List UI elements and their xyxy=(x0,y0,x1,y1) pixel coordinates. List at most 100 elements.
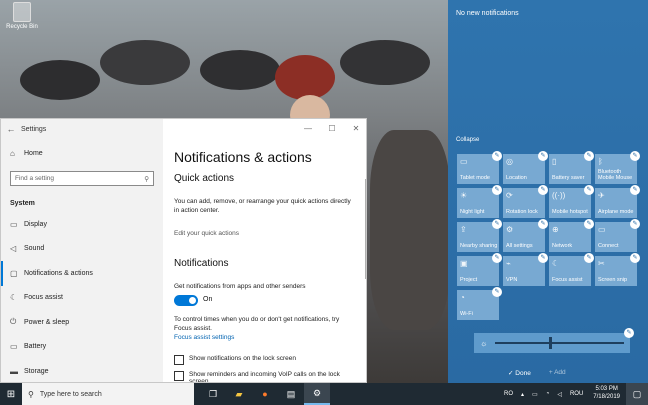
unpin-icon[interactable]: ✎ xyxy=(630,219,640,229)
battery-icon: ▭ xyxy=(10,342,18,352)
close-button[interactable]: ✕ xyxy=(344,119,366,139)
clock[interactable]: 5:03 PM 7/18/2019 xyxy=(593,386,620,402)
taskbar-search-placeholder: Type here to search xyxy=(39,390,102,398)
back-arrow-icon[interactable]: ← xyxy=(1,124,21,134)
storage-icon: ▬ xyxy=(10,366,18,376)
unpin-icon[interactable]: ✎ xyxy=(492,219,502,229)
taskbar-search-box[interactable]: ⚲ Type here to search xyxy=(22,383,194,405)
tile-vpn[interactable]: ⌁ VPN ✎ xyxy=(503,253,548,286)
rotation-lock-icon: ⟳ xyxy=(506,191,513,200)
lock-screen-notifications-checkbox[interactable] xyxy=(174,355,184,365)
volume-tray-icon[interactable]: ◁ xyxy=(557,391,562,398)
action-center: No new notifications Collapse ▭ Tablet mo… xyxy=(448,0,648,383)
unpin-icon[interactable]: ✎ xyxy=(584,253,594,263)
tile-wifi[interactable]: ◔ Wi-Fi ✎ xyxy=(457,287,502,320)
store-icon: ▤ xyxy=(286,388,296,399)
search-icon: ⚲ xyxy=(28,389,34,399)
action-center-button[interactable]: ▢ xyxy=(626,383,648,405)
battery-tray-icon[interactable]: ▭ xyxy=(532,391,538,398)
find-setting-input[interactable]: Find a setting ⚲ xyxy=(10,171,154,186)
tile-screen-snip[interactable]: ✂ Screen snip ✎ xyxy=(595,253,640,286)
unpin-icon[interactable]: ✎ xyxy=(584,185,594,195)
window-title: Settings xyxy=(21,125,47,133)
unpin-icon[interactable]: ✎ xyxy=(538,253,548,263)
sidebar-item-battery[interactable]: ▭ Battery xyxy=(1,335,163,360)
maximize-button[interactable]: ☐ xyxy=(320,119,344,139)
collapse-link[interactable]: Collapse xyxy=(456,137,479,143)
brightness-thumb[interactable] xyxy=(549,337,553,349)
tile-night-light[interactable]: ☀ Night light ✎ xyxy=(457,185,502,218)
tile-focus-assist[interactable]: ☾ Focus assist ✎ xyxy=(549,253,594,286)
tile-battery-saver[interactable]: ▯ Battery saver ✎ xyxy=(549,151,594,184)
tile-tablet-mode[interactable]: ▭ Tablet mode ✎ xyxy=(457,151,502,184)
recycle-bin-icon xyxy=(13,2,31,22)
tile-project[interactable]: ▣ Project ✎ xyxy=(457,253,502,286)
tile-location[interactable]: ◎ Location ✎ xyxy=(503,151,548,184)
clock-time: 5:03 PM xyxy=(595,386,618,393)
folder-icon: ▰ xyxy=(235,388,243,399)
unpin-icon[interactable]: ✎ xyxy=(630,253,640,263)
tile-label: Screen snip xyxy=(598,276,628,283)
language-indicator[interactable]: RO xyxy=(504,391,513,397)
airplane-icon: ✈ xyxy=(598,191,605,200)
focus-assist-settings-link[interactable]: Focus assist settings xyxy=(174,333,354,342)
sidebar-item-home[interactable]: ⌂ Home xyxy=(1,139,163,167)
tile-label: VPN xyxy=(506,276,518,283)
unpin-icon[interactable]: ✎ xyxy=(584,151,594,161)
edit-quick-actions-link[interactable]: Edit your quick actions xyxy=(174,229,354,238)
window-controls: — ☐ ✕ xyxy=(296,119,366,139)
add-button[interactable]: + Add xyxy=(549,369,566,377)
content-scrollbar[interactable] xyxy=(365,179,366,279)
task-view-button[interactable]: ❐ xyxy=(200,383,226,405)
minimize-button[interactable]: — xyxy=(296,119,320,139)
sidebar-item-sound[interactable]: ◁ Sound xyxy=(1,237,163,262)
tile-rotation-lock[interactable]: ⟳ Rotation lock ✎ xyxy=(503,185,548,218)
unpin-icon[interactable]: ✎ xyxy=(492,151,502,161)
unpin-icon[interactable]: ✎ xyxy=(538,151,548,161)
unpin-icon[interactable]: ✎ xyxy=(630,151,640,161)
unpin-icon[interactable]: ✎ xyxy=(624,328,634,338)
tile-mobile-hotspot[interactable]: ((·)) Mobile hotspot ✎ xyxy=(549,185,594,218)
reminders-voip-row[interactable]: Show reminders and incoming VoIP calls o… xyxy=(174,371,359,382)
sidebar-item-storage[interactable]: ▬ Storage xyxy=(1,359,163,382)
notifications-toggle[interactable] xyxy=(174,295,198,306)
unpin-icon[interactable]: ✎ xyxy=(584,219,594,229)
settings-taskbar-button[interactable]: ⚙ xyxy=(304,383,330,405)
unpin-icon[interactable]: ✎ xyxy=(538,219,548,229)
unpin-icon[interactable]: ✎ xyxy=(538,185,548,195)
settings-icon: ⚙ xyxy=(506,225,514,234)
recycle-bin[interactable]: Recycle Bin xyxy=(4,2,40,30)
night-light-icon: ☀ xyxy=(460,191,468,200)
task-view-icon: ❐ xyxy=(208,388,218,399)
focus-assist-hint: To control times when you do or don't ge… xyxy=(174,316,340,333)
tray-overflow-icon[interactable]: ▴ xyxy=(521,391,524,398)
sidebar-item-notifications[interactable]: ▢ Notifications & actions xyxy=(1,261,163,286)
tile-label: Location xyxy=(506,174,527,181)
tile-nearby-sharing[interactable]: ⇪ Nearby sharing ✎ xyxy=(457,219,502,252)
sidebar-item-power[interactable]: ⏻ Power & sleep xyxy=(1,310,163,335)
sidebar-item-display[interactable]: ▭ Display xyxy=(1,212,163,237)
unpin-icon[interactable]: ✎ xyxy=(630,185,640,195)
wifi-tray-icon[interactable]: ◔ xyxy=(546,391,550,397)
tile-bluetooth[interactable]: ᛒ Bluetooth Mobile Mouse ✎ xyxy=(595,151,640,184)
done-button[interactable]: ✓ Done xyxy=(508,369,531,377)
input-language[interactable]: ROU xyxy=(570,391,583,397)
file-explorer-button[interactable]: ▰ xyxy=(226,383,252,405)
taskbar-pinned-apps: ❐ ▰ ● ▤ ⚙ xyxy=(200,383,330,405)
store-button[interactable]: ▤ xyxy=(278,383,304,405)
brightness-slider[interactable] xyxy=(495,337,624,349)
tile-connect[interactable]: ▭ Connect ✎ xyxy=(595,219,640,252)
start-button[interactable]: ⊞ xyxy=(0,383,22,405)
location-icon: ◎ xyxy=(506,157,513,166)
tile-network[interactable]: ⊕ Network ✎ xyxy=(549,219,594,252)
sidebar-item-focus-assist[interactable]: ☾ Focus assist xyxy=(1,286,163,311)
reminders-voip-checkbox[interactable] xyxy=(174,371,184,381)
display-icon: ▭ xyxy=(10,219,18,229)
tile-all-settings[interactable]: ⚙ All settings ✎ xyxy=(503,219,548,252)
unpin-icon[interactable]: ✎ xyxy=(492,287,502,297)
tile-airplane-mode[interactable]: ✈ Airplane mode ✎ xyxy=(595,185,640,218)
unpin-icon[interactable]: ✎ xyxy=(492,253,502,263)
firefox-button[interactable]: ● xyxy=(252,383,278,405)
lock-screen-notifications-row[interactable]: Show notifications on the lock screen xyxy=(174,355,296,365)
unpin-icon[interactable]: ✎ xyxy=(492,185,502,195)
